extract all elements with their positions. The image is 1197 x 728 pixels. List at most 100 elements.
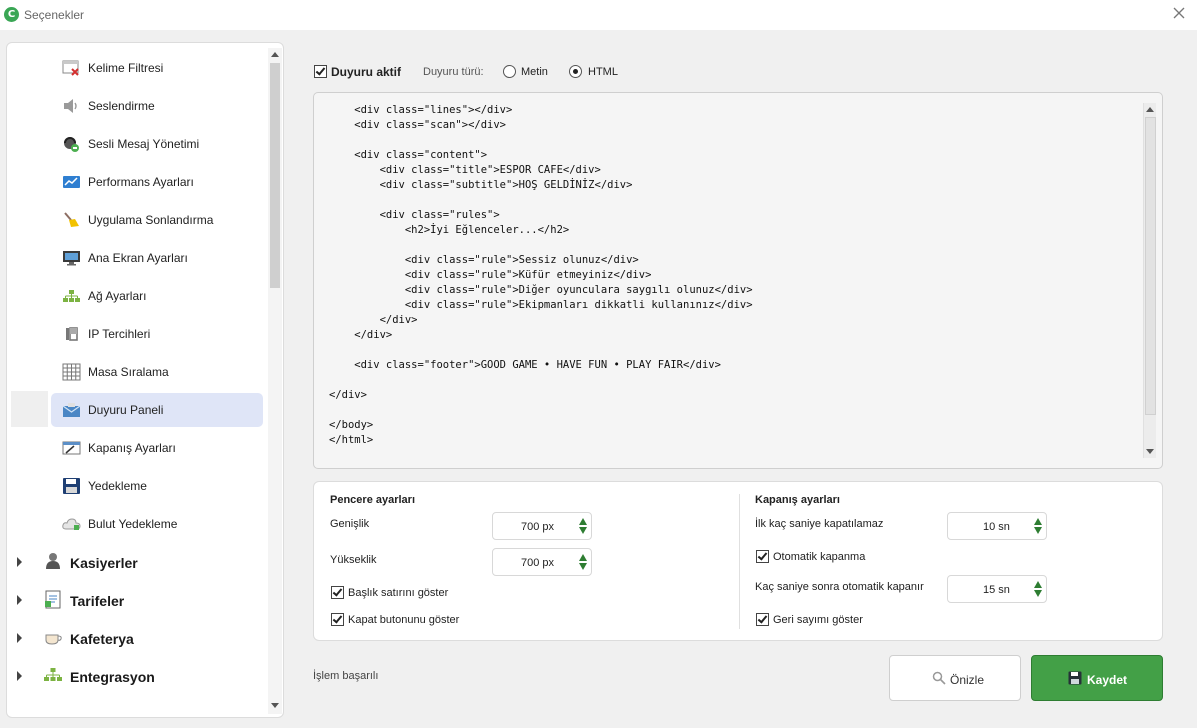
show-close-label: Kapat butonunu göster	[348, 614, 460, 626]
width-label: Genişlik	[330, 518, 370, 530]
check-icon	[332, 613, 343, 624]
show-close-checkbox[interactable]	[331, 613, 344, 626]
type-html-label: HTML	[588, 66, 618, 78]
spinner-up-icon[interactable]	[579, 518, 587, 525]
network-icon	[63, 290, 80, 302]
sidebar-item-label: Kapanış Ayarları	[88, 441, 176, 455]
sidebar-item-seslendirme[interactable]: Seslendirme	[51, 89, 263, 123]
announcement-active-checkbox[interactable]	[314, 65, 327, 78]
status-text: İşlem başarılı	[313, 670, 379, 682]
no-close-seconds-label: İlk kaç saniye kapatılamaz	[755, 518, 884, 530]
scroll-thumb[interactable]	[1145, 117, 1156, 415]
sidebar-item-duyuru-paneli[interactable]: Duyuru Paneli	[51, 393, 263, 427]
sidebar-item-label: Uygulama Sonlandırma	[88, 213, 214, 227]
spinner-up-icon[interactable]	[579, 554, 587, 561]
width-value[interactable]: 700 px	[521, 521, 554, 533]
height-spinner[interactable]: 700 px	[492, 548, 592, 576]
sidebar-item-ana-ekran[interactable]: Ana Ekran Ayarları	[51, 241, 263, 275]
scroll-down-icon[interactable]	[271, 703, 279, 708]
sidebar-item-label: Sesli Mesaj Yönetimi	[88, 137, 200, 151]
spinner-down-icon[interactable]	[579, 527, 587, 534]
group-label: Tarifeler	[70, 593, 125, 609]
sidebar-item-label: Duyuru Paneli	[88, 403, 164, 417]
type-text-radio[interactable]	[503, 65, 516, 78]
monitor-icon	[63, 251, 80, 266]
show-titlebar-label: Başlık satırını göster	[348, 587, 449, 599]
show-titlebar-checkbox[interactable]	[331, 586, 344, 599]
check-icon	[757, 613, 768, 624]
sidebar-item-ag-ayarlari[interactable]: Ağ Ayarları	[51, 279, 263, 313]
app-logo-icon: C	[4, 7, 19, 22]
group-kafeterya[interactable]: Kafeterya	[7, 621, 269, 655]
window-settings-title: Pencere ayarları	[330, 494, 416, 506]
auto-close-after-value[interactable]: 15 sn	[983, 584, 1010, 596]
no-close-seconds-value[interactable]: 10 sn	[983, 521, 1010, 533]
settings-panel: Pencere ayarları Genişlik 700 px Yüksekl…	[313, 481, 1163, 641]
type-text-label: Metin	[521, 66, 548, 78]
expand-arrow-icon[interactable]	[17, 557, 22, 567]
sidebar-item-label: Seslendirme	[88, 99, 155, 113]
sidebar-item-label: Ağ Ayarları	[88, 289, 147, 303]
announcement-icon	[62, 403, 81, 417]
expand-arrow-icon[interactable]	[17, 633, 22, 643]
expand-arrow-icon[interactable]	[17, 595, 22, 605]
active-gutter	[11, 391, 48, 427]
auto-close-label: Otomatik kapanma	[773, 551, 866, 563]
preview-button-label: Önizle	[950, 673, 985, 687]
sidebar-scrollbar[interactable]	[268, 48, 282, 714]
spinner-down-icon[interactable]	[1034, 590, 1042, 597]
spinner-up-icon[interactable]	[1034, 518, 1042, 525]
html-code-editor[interactable]: <div class="lines"></div> <div class="sc…	[313, 92, 1163, 469]
scroll-up-icon[interactable]	[1146, 107, 1154, 112]
spinner-up-icon[interactable]	[1034, 581, 1042, 588]
window-title: Seçenekler	[24, 8, 85, 22]
sidebar-item-yedekleme[interactable]: Yedekleme	[51, 469, 263, 503]
auto-close-after-spinner[interactable]: 15 sn	[947, 575, 1047, 603]
countdown-checkbox[interactable]	[756, 613, 769, 626]
sidebar-item-performans[interactable]: Performans Ayarları	[51, 165, 263, 199]
voice-message-icon	[64, 137, 79, 152]
width-spinner[interactable]: 700 px	[492, 512, 592, 540]
scroll-up-icon[interactable]	[271, 52, 279, 57]
sidebar-item-label: Kelime Filtresi	[88, 61, 164, 75]
code-content[interactable]: <div class="lines"></div> <div class="sc…	[329, 103, 753, 448]
sidebar-item-label: Bulut Yedekleme	[88, 517, 178, 531]
spinner-down-icon[interactable]	[579, 563, 587, 570]
sidebar-item-ip-tercihleri[interactable]: IP Tercihleri	[51, 317, 263, 351]
performance-icon	[63, 176, 80, 188]
sidebar-item-uygulama-sonlandirma[interactable]: Uygulama Sonlandırma	[51, 203, 263, 237]
sidebar-item-kapanis[interactable]: Kapanış Ayarları	[51, 431, 263, 465]
sidebar-item-label: Masa Sıralama	[88, 365, 169, 379]
sidebar-item-masa-siralama[interactable]: Masa Sıralama	[51, 355, 263, 389]
no-close-seconds-spinner[interactable]: 10 sn	[947, 512, 1047, 540]
cashier-icon	[46, 553, 60, 569]
check-icon	[757, 550, 768, 561]
save-button-label: Kaydet	[1087, 673, 1128, 687]
cloud-icon	[62, 518, 81, 530]
sidebar-item-label: IP Tercihleri	[88, 327, 151, 341]
editor-scrollbar[interactable]	[1143, 103, 1156, 458]
preview-button[interactable]: Önizle	[889, 655, 1021, 701]
cafe-icon	[45, 634, 62, 645]
search-icon	[932, 671, 946, 685]
save-button[interactable]: Kaydet	[1031, 655, 1163, 701]
save-icon	[1068, 671, 1082, 685]
sidebar-item-kelime-filtresi[interactable]: Kelime Filtresi	[51, 51, 263, 85]
spinner-down-icon[interactable]	[1034, 527, 1042, 534]
expand-arrow-icon[interactable]	[17, 671, 22, 681]
auto-close-checkbox[interactable]	[756, 550, 769, 563]
type-html-radio[interactable]	[569, 65, 582, 78]
broom-icon	[64, 212, 79, 227]
group-kasiyerler[interactable]: Kasiyerler	[7, 545, 269, 579]
scroll-down-icon[interactable]	[1146, 449, 1154, 454]
sidebar-item-sesli-mesaj[interactable]: Sesli Mesaj Yönetimi	[51, 127, 263, 161]
group-tarifeler[interactable]: Tarifeler	[7, 583, 269, 617]
sidebar-item-bulut-yedekleme[interactable]: Bulut Yedekleme	[51, 507, 263, 541]
settings-sidebar: Kelime Filtresi Seslendirme Sesli Mesaj …	[6, 42, 284, 718]
group-entegrasyon[interactable]: Entegrasyon	[7, 659, 269, 693]
floppy-icon	[63, 478, 80, 494]
scroll-thumb[interactable]	[270, 63, 280, 288]
height-value[interactable]: 700 px	[521, 557, 554, 569]
close-icon[interactable]	[1171, 5, 1187, 21]
sidebar-item-label: Performans Ayarları	[88, 175, 194, 189]
